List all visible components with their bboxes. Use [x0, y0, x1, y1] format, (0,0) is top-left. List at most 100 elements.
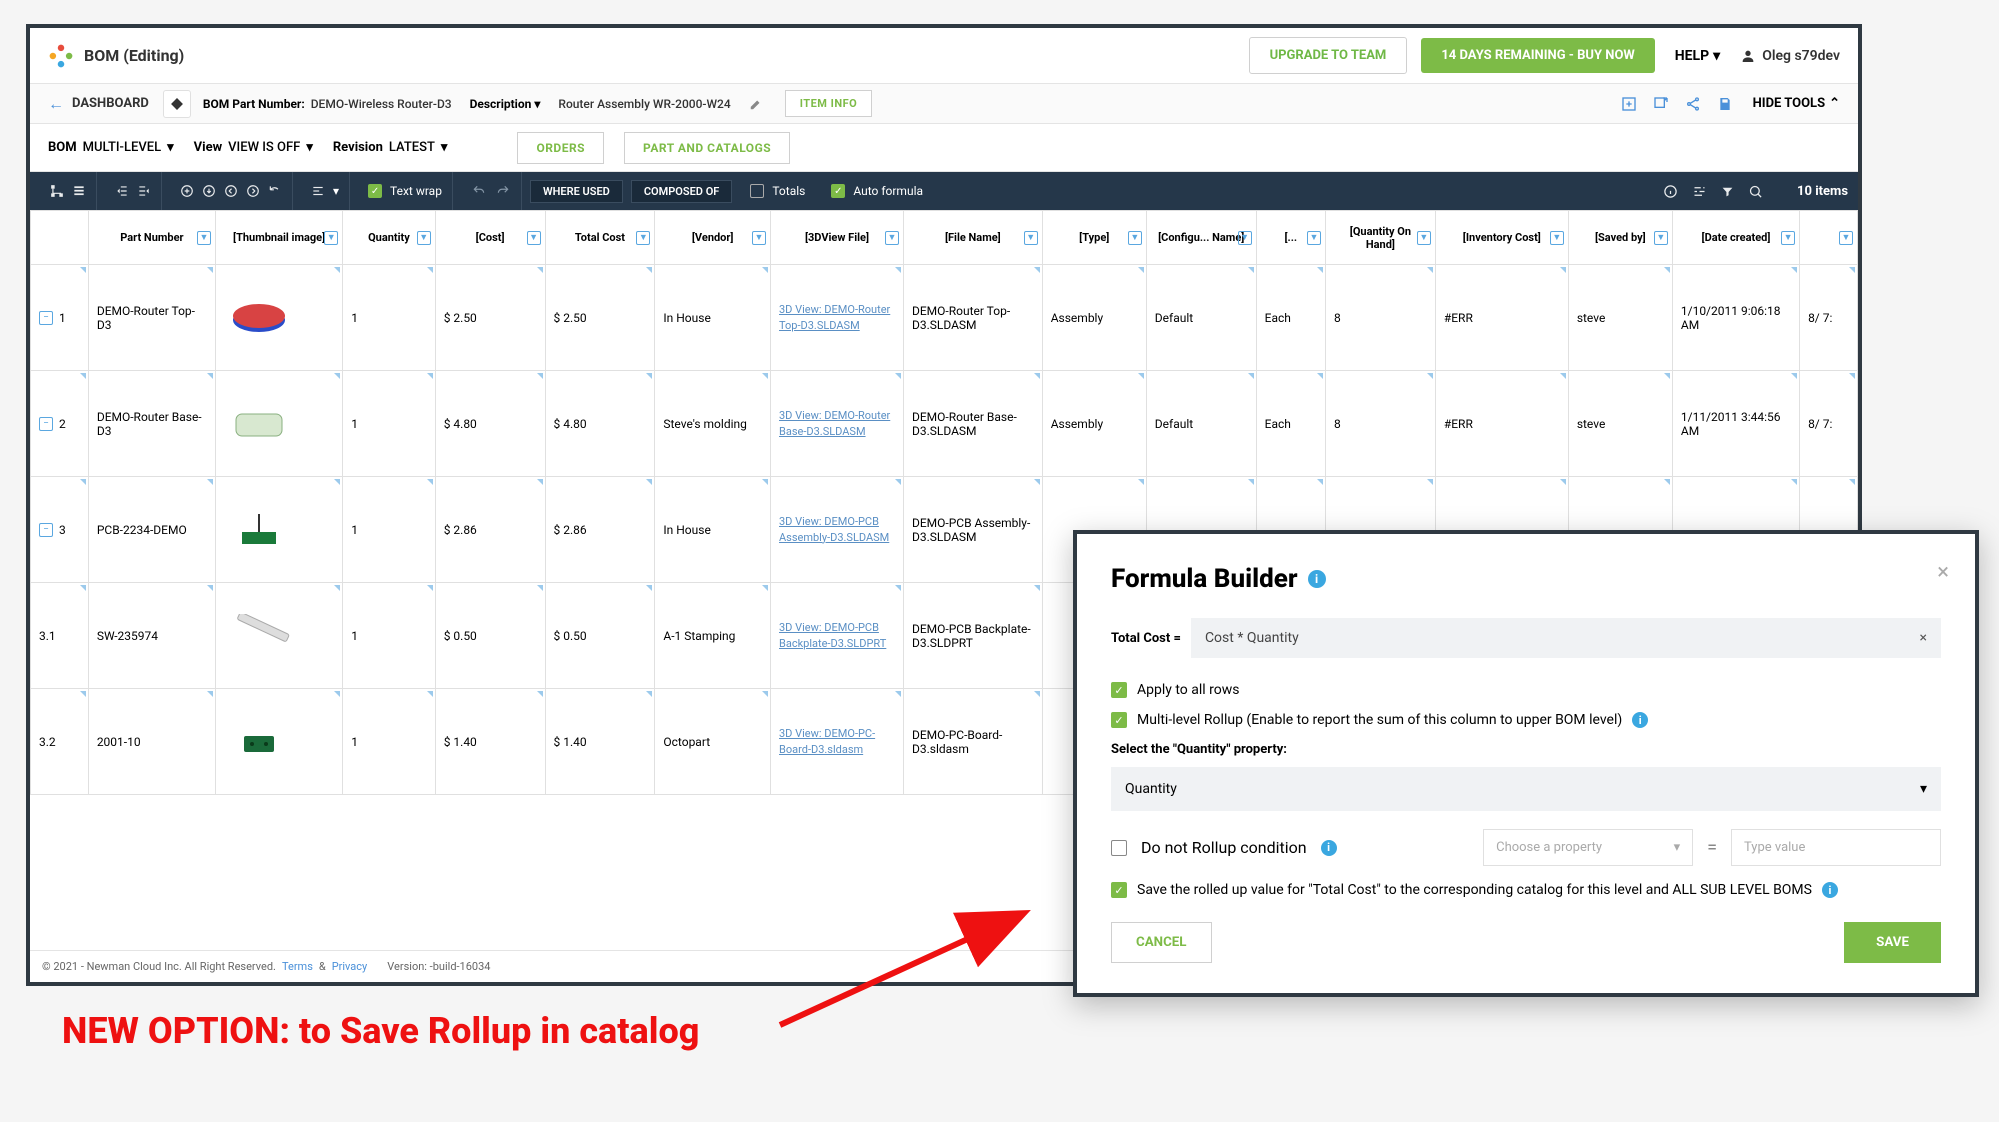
next-icon[interactable]	[246, 184, 260, 198]
flat-icon[interactable]	[72, 184, 86, 198]
orders-button[interactable]: ORDERS	[517, 132, 604, 164]
filter-icon[interactable]: ▼	[197, 231, 211, 245]
redo-icon[interactable]	[495, 184, 511, 198]
filter-icon[interactable]: ▼	[1550, 231, 1564, 245]
filter-icon[interactable]: ▼	[1238, 231, 1252, 245]
filter-icon[interactable]: ▼	[885, 231, 899, 245]
back-icon[interactable]: ←	[48, 94, 64, 114]
column-header[interactable]	[31, 211, 89, 265]
prev-icon[interactable]	[224, 184, 238, 198]
filter-icon[interactable]: ▼	[324, 231, 338, 245]
export-icon[interactable]	[1653, 96, 1669, 112]
sliders-icon[interactable]	[1692, 184, 1707, 199]
column-header[interactable]: [Saved by]▼	[1568, 211, 1672, 265]
search-icon[interactable]	[1748, 184, 1763, 199]
apply-all-checkbox[interactable]: ✓	[1111, 682, 1127, 698]
filter-icon[interactable]: ▼	[1024, 231, 1038, 245]
filter-icon[interactable]: ▼	[1128, 231, 1142, 245]
item-icon-box[interactable]	[163, 90, 191, 118]
redo-arrow-icon[interactable]	[268, 184, 282, 198]
column-header[interactable]: [Vendor]▼	[655, 211, 771, 265]
catalogs-button[interactable]: PART AND CATALOGS	[624, 132, 790, 164]
info-icon[interactable]	[1663, 184, 1678, 199]
info-icon[interactable]: i	[1822, 882, 1838, 898]
view-select[interactable]: View VIEW IS OFF ▾	[194, 140, 313, 155]
column-header[interactable]: Part Number▼	[88, 211, 215, 265]
composed-of-button[interactable]: COMPOSED OF	[631, 180, 733, 203]
expand-toggle[interactable]: −	[39, 523, 53, 537]
info-icon[interactable]: i	[1308, 570, 1326, 588]
column-header[interactable]: [Configu... Name]▼	[1146, 211, 1256, 265]
3dview-link[interactable]: 3D View: DEMO-Router Top-D3.SLDASM	[779, 303, 890, 331]
column-header[interactable]: [Quantity On Hand]▼	[1326, 211, 1436, 265]
hide-tools-toggle[interactable]: HIDE TOOLS⌃	[1753, 96, 1840, 111]
quantity-property-select[interactable]: Quantity▾	[1111, 767, 1941, 811]
filter-icon[interactable]	[1721, 185, 1734, 198]
3dview-link[interactable]: 3D View: DEMO-PC-Board-D3.sldasm	[779, 727, 875, 755]
column-header[interactable]: [File Name]▼	[903, 211, 1042, 265]
share-icon[interactable]	[1685, 96, 1701, 112]
column-header[interactable]: [Inventory Cost]▼	[1435, 211, 1568, 265]
filter-icon[interactable]: ▼	[1839, 231, 1853, 245]
where-used-button[interactable]: WHERE USED	[530, 180, 623, 203]
revision-select[interactable]: Revision LATEST ▾	[333, 140, 448, 155]
filter-icon[interactable]: ▼	[417, 231, 431, 245]
info-icon[interactable]: i	[1632, 712, 1648, 728]
filter-icon[interactable]: ▼	[752, 231, 766, 245]
align-icon[interactable]	[311, 184, 325, 198]
save-button[interactable]: SAVE	[1844, 922, 1941, 963]
no-rollup-checkbox[interactable]	[1111, 840, 1127, 856]
help-menu[interactable]: HELP▾	[1675, 48, 1720, 64]
3dview-link[interactable]: 3D View: DEMO-PCB Assembly-D3.SLDASM	[779, 515, 889, 543]
clear-formula-icon[interactable]: ×	[1920, 630, 1927, 646]
description-dropdown[interactable]: Description ▾	[470, 97, 541, 111]
autoformula-checkbox[interactable]: ✓	[831, 184, 845, 198]
column-header[interactable]: [Thumbnail image]▼	[216, 211, 343, 265]
column-header[interactable]: ▼	[1800, 211, 1858, 265]
filter-icon[interactable]: ▼	[1417, 231, 1431, 245]
filter-icon[interactable]: ▼	[1781, 231, 1795, 245]
add-panel-icon[interactable]	[1621, 96, 1637, 112]
trial-button[interactable]: 14 DAYS REMAINING - BUY NOW	[1421, 38, 1654, 73]
undo-icon[interactable]	[471, 184, 487, 198]
terms-link[interactable]: Terms	[282, 960, 313, 973]
privacy-link[interactable]: Privacy	[332, 960, 368, 973]
user-menu[interactable]: Oleg s79dev	[1740, 48, 1840, 64]
totals-checkbox[interactable]	[750, 184, 764, 198]
upgrade-button[interactable]: UPGRADE TO TEAM	[1249, 37, 1408, 74]
close-icon[interactable]: ×	[1937, 560, 1949, 585]
info-icon[interactable]: i	[1321, 840, 1337, 856]
expand-toggle[interactable]: −	[39, 417, 53, 431]
indent-left-icon[interactable]	[115, 184, 129, 198]
expand-toggle[interactable]: −	[39, 311, 53, 325]
save-icon[interactable]	[1717, 96, 1733, 112]
textwrap-checkbox[interactable]: ✓	[368, 184, 382, 198]
cancel-button[interactable]: CANCEL	[1111, 922, 1212, 963]
filter-icon[interactable]: ▼	[636, 231, 650, 245]
save-rolled-checkbox[interactable]: ✓	[1111, 882, 1127, 898]
column-header[interactable]: [Cost]▼	[435, 211, 545, 265]
condition-property-select[interactable]: Choose a property▾	[1483, 829, 1693, 866]
column-header[interactable]: [Date created]▼	[1672, 211, 1799, 265]
rollup-checkbox[interactable]: ✓	[1111, 712, 1127, 728]
filter-icon[interactable]: ▼	[1307, 231, 1321, 245]
filter-icon[interactable]: ▼	[527, 231, 541, 245]
tree-icon[interactable]	[50, 184, 64, 198]
column-header[interactable]: [...▼	[1256, 211, 1325, 265]
column-header[interactable]: [Type]▼	[1042, 211, 1146, 265]
formula-input[interactable]: Cost * Quantity ×	[1191, 618, 1941, 658]
column-header[interactable]: Total Cost▼	[545, 211, 655, 265]
add-circle-icon[interactable]	[180, 184, 194, 198]
download-icon[interactable]	[202, 184, 216, 198]
edit-icon[interactable]	[749, 97, 763, 111]
column-header[interactable]: Quantity▼	[343, 211, 436, 265]
column-header[interactable]: [3DView File]▼	[771, 211, 904, 265]
bom-level-select[interactable]: BOM MULTI-LEVEL ▾	[48, 140, 174, 155]
3dview-link[interactable]: 3D View: DEMO-Router Base-D3.SLDASM	[779, 409, 890, 437]
dashboard-link[interactable]: DASHBOARD	[72, 96, 149, 111]
indent-right-icon[interactable]	[137, 184, 151, 198]
filter-icon[interactable]: ▼	[1654, 231, 1668, 245]
condition-value-input[interactable]: Type value	[1731, 829, 1941, 866]
3dview-link[interactable]: 3D View: DEMO-PCB Backplate-D3.SLDPRT	[779, 621, 886, 649]
item-info-button[interactable]: ITEM INFO	[785, 90, 873, 117]
